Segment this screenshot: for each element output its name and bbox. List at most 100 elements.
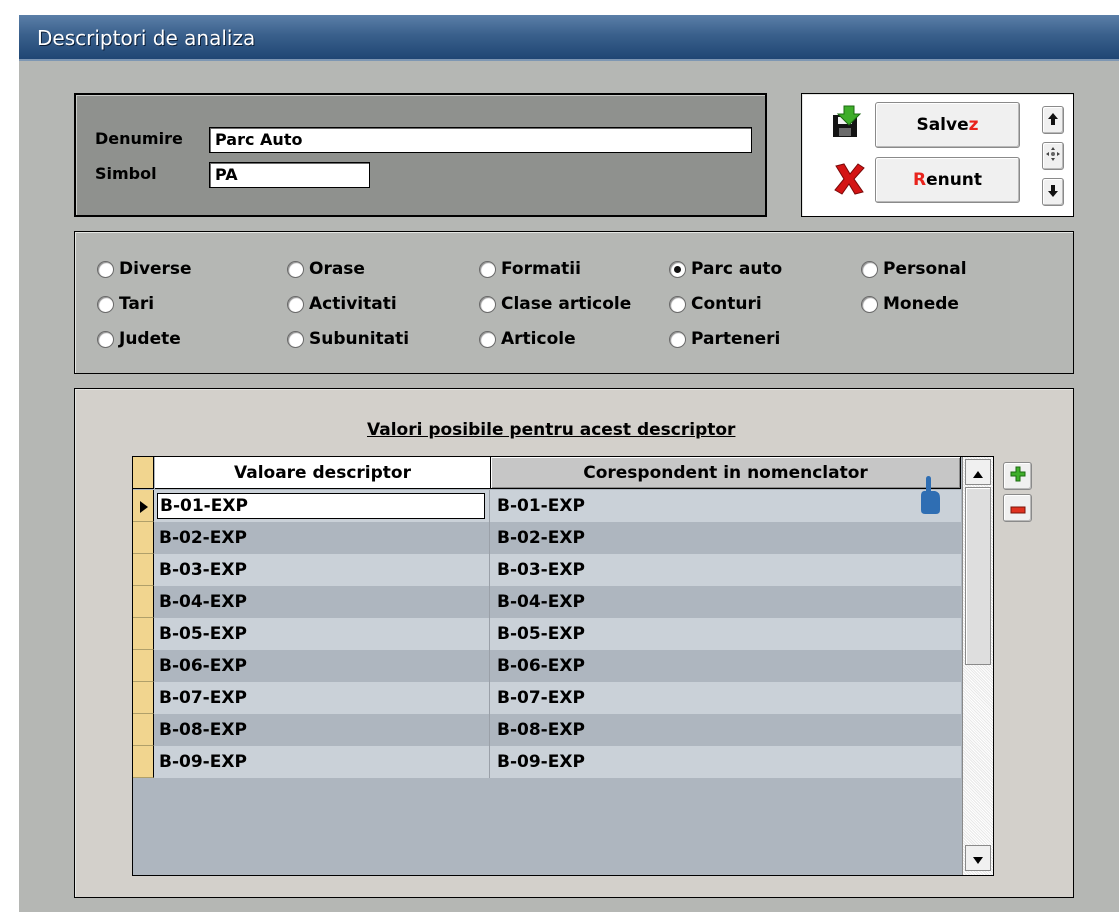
table-row[interactable]: B-05-EXP B-05-EXP: [133, 618, 961, 650]
row-indicator: [133, 682, 154, 714]
save-disk-icon: [830, 105, 864, 139]
move-up-button[interactable]: [1042, 106, 1064, 134]
title-bar: Descriptori de analiza: [19, 15, 1119, 61]
radio-circle-icon: [97, 260, 114, 278]
values-grid[interactable]: Valoare descriptor Corespondent in nomen…: [132, 456, 994, 876]
radio-circle-icon: [479, 295, 496, 313]
save-button[interactable]: Salvez: [875, 102, 1020, 148]
move-cross-icon: [1045, 146, 1061, 166]
valoare-cell[interactable]: B-05-EXP: [155, 618, 490, 650]
table-row[interactable]: B-03-EXP B-03-EXP: [133, 554, 961, 586]
identification-panel: Denumire Parc Auto Simbol PA: [74, 93, 767, 217]
radio-circle-icon: [97, 295, 114, 313]
valoare-cell[interactable]: B-06-EXP: [155, 650, 490, 682]
table-row[interactable]: B-07-EXP B-07-EXP: [133, 682, 961, 714]
move-down-button[interactable]: [1042, 178, 1064, 206]
radio-activitati[interactable]: Activitati: [287, 294, 397, 314]
table-row[interactable]: B-01-EXP B-01-EXP: [133, 476, 961, 522]
valoare-cell[interactable]: B-07-EXP: [155, 682, 490, 714]
row-indicator: [133, 650, 154, 682]
plus-icon: [1010, 466, 1026, 486]
table-row[interactable]: B-02-EXP B-02-EXP: [133, 522, 961, 554]
table-row[interactable]: B-04-EXP B-04-EXP: [133, 586, 961, 618]
radio-parc-auto[interactable]: Parc auto: [669, 259, 782, 279]
radio-conturi[interactable]: Conturi: [669, 294, 762, 314]
arrow-down-icon: [1047, 183, 1059, 202]
radio-parteneri[interactable]: Parteneri: [669, 329, 780, 349]
radio-circle-icon: [479, 330, 496, 348]
valoare-cell[interactable]: B-09-EXP: [155, 746, 490, 778]
valoare-cell[interactable]: B-02-EXP: [155, 522, 490, 554]
add-row-button[interactable]: [1003, 462, 1032, 490]
table-row[interactable]: B-09-EXP B-09-EXP: [133, 746, 961, 778]
row-indicator: [133, 714, 154, 746]
radio-articole[interactable]: Articole: [479, 329, 576, 349]
cancel-button[interactable]: Renunt: [875, 157, 1020, 203]
radio-circle-icon: [669, 295, 686, 313]
radio-circle-icon: [861, 260, 878, 278]
vertical-scrollbar[interactable]: [962, 457, 993, 875]
row-indicator: [133, 554, 154, 586]
radio-circle-icon: [479, 260, 496, 278]
hand-pointer-icon: [919, 476, 941, 518]
current-row-arrow-icon: [139, 499, 149, 518]
corespondent-cell[interactable]: B-07-EXP: [491, 682, 961, 714]
corespondent-cell[interactable]: B-08-EXP: [491, 714, 961, 746]
descriptor-type-panel: Diverse Orase Formatii Parc auto Persona…: [74, 231, 1074, 374]
table-row[interactable]: B-08-EXP B-08-EXP: [133, 714, 961, 746]
radio-subunitati[interactable]: Subunitati: [287, 329, 409, 349]
corespondent-cell[interactable]: B-05-EXP: [491, 618, 961, 650]
window-title: Descriptori de analiza: [37, 26, 256, 50]
column-header-corespondent[interactable]: Corespondent in nomenclator: [491, 457, 961, 489]
scroll-up-button[interactable]: [965, 459, 991, 485]
column-header-valoare[interactable]: Valoare descriptor: [155, 457, 491, 489]
radio-personal[interactable]: Personal: [861, 259, 967, 279]
corespondent-cell[interactable]: B-02-EXP: [491, 522, 961, 554]
remove-row-button[interactable]: [1003, 494, 1032, 522]
valoare-cell[interactable]: B-08-EXP: [155, 714, 490, 746]
scroll-thumb[interactable]: [965, 487, 991, 665]
row-indicator: [133, 586, 154, 618]
radio-monede[interactable]: Monede: [861, 294, 959, 314]
radio-circle-icon: [287, 330, 304, 348]
radio-clase-articole[interactable]: Clase articole: [479, 294, 631, 314]
radio-orase[interactable]: Orase: [287, 259, 365, 279]
valoare-cell[interactable]: B-03-EXP: [155, 554, 490, 586]
row-indicator: [133, 746, 154, 778]
radio-formatii[interactable]: Formatii: [479, 259, 581, 279]
descriptori-window: Descriptori de analiza Denumire Parc Aut…: [19, 15, 1119, 912]
row-indicator: [133, 618, 154, 650]
simbol-field[interactable]: PA: [209, 162, 370, 188]
radio-circle-icon: [669, 330, 686, 348]
radio-judete[interactable]: Judete: [97, 329, 181, 349]
radio-selected-icon: [669, 260, 686, 278]
cancel-x-icon: [832, 162, 866, 196]
values-section-title: Valori posibile pentru acest descriptor: [367, 420, 736, 440]
radio-circle-icon: [287, 260, 304, 278]
corespondent-cell[interactable]: B-04-EXP: [491, 586, 961, 618]
move-button[interactable]: [1042, 142, 1064, 170]
corespondent-cell[interactable]: B-03-EXP: [491, 554, 961, 586]
radio-tari[interactable]: Tari: [97, 294, 154, 314]
table-row[interactable]: B-06-EXP B-06-EXP: [133, 650, 961, 682]
corespondent-cell[interactable]: B-09-EXP: [491, 746, 961, 778]
triangle-up-icon: [973, 463, 983, 482]
triangle-down-icon: [973, 849, 983, 868]
row-indicator: [133, 522, 154, 554]
valoare-cell-editor[interactable]: B-01-EXP: [157, 493, 485, 519]
radio-circle-icon: [287, 295, 304, 313]
corespondent-cell[interactable]: B-06-EXP: [491, 650, 961, 682]
denumire-field[interactable]: Parc Auto: [209, 127, 752, 153]
radio-circle-icon: [97, 330, 114, 348]
corespondent-cell[interactable]: B-01-EXP: [491, 490, 961, 522]
denumire-label: Denumire: [95, 129, 183, 148]
grid-header-indicator: [133, 457, 154, 489]
minus-icon: [1010, 499, 1026, 518]
radio-diverse[interactable]: Diverse: [97, 259, 192, 279]
valoare-cell[interactable]: B-04-EXP: [155, 586, 490, 618]
actions-panel: Salvez Renunt: [801, 93, 1074, 217]
simbol-label: Simbol: [95, 164, 157, 183]
arrow-up-icon: [1047, 111, 1059, 130]
scroll-down-button[interactable]: [965, 845, 991, 871]
row-indicator: [133, 490, 154, 522]
